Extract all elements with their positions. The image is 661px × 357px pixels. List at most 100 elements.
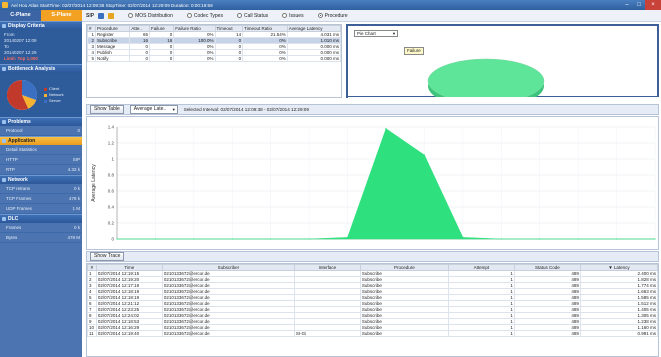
radio-issues[interactable]: Issues <box>282 12 304 19</box>
table-cell: 0.991 ms <box>579 330 658 337</box>
legend-server: Server <box>49 98 61 103</box>
table-row[interactable]: 8 02/07/2014 12:24:02 0210133672@ercor.de S… <box>87 312 658 319</box>
table-row[interactable]: 1 02/07/2014 12:19:15 0210133672@ercor.de S… <box>87 270 658 277</box>
data-point <box>346 236 349 238</box>
table-cell: Notify <box>94 55 131 62</box>
metric-select[interactable]: Average Late.. ▼ <box>129 105 178 114</box>
row-value: 0 k <box>73 186 80 191</box>
bottleneck-header[interactable]: Bottleneck Analysis <box>0 64 82 73</box>
row-value: 0 k <box>73 225 80 230</box>
radio-call-status[interactable]: Call Status <box>236 12 269 19</box>
data-point <box>423 154 426 156</box>
radio-label: Issues <box>289 12 304 19</box>
data-point <box>539 238 541 240</box>
bottleneck-pie <box>6 79 38 110</box>
y-tick-label: 0.2 <box>108 221 115 226</box>
radio-label: MOS Distribution <box>135 12 173 19</box>
table-cell: SI-Gi <box>293 330 361 337</box>
table-row[interactable]: 5 Notify 0 0 0% 0 0% 0.000 ms <box>87 55 342 62</box>
radio-icon <box>317 13 323 18</box>
problems-row[interactable]: Protocol 0 <box>0 126 82 136</box>
row-label: RTP <box>6 167 15 172</box>
trace-table: # Time Subscriber Interface Procedure Attempt… <box>86 263 659 357</box>
row-label: HTTP <box>6 157 18 162</box>
table-row[interactable]: 7 02/07/2014 12:23:25 0210133672@ercor.de S… <box>87 306 658 313</box>
radio-mos-distribution[interactable]: MOS Distribution <box>128 13 173 19</box>
data-point <box>654 238 656 240</box>
dlc-row[interactable]: Frames 0 k <box>0 223 82 233</box>
maximize-icon[interactable]: □ <box>633 0 645 10</box>
row-label: Protocol <box>6 128 23 133</box>
latency-chart: 1.4 1.2 1 0.8 0.6 0.4 0.2 0 Average Latency <box>91 125 656 242</box>
data-point <box>462 236 464 238</box>
data-point <box>500 238 502 240</box>
data-point <box>385 128 387 130</box>
row-label: TCP Frames <box>6 196 32 201</box>
minimize-icon[interactable]: – <box>621 0 633 10</box>
display-criteria-header[interactable]: Display Criteria <box>0 21 82 30</box>
row-label: Detail Statistics <box>6 147 37 152</box>
table-row[interactable]: 9 02/07/2014 12:18:53 0210133672@ercor.de S… <box>87 318 658 325</box>
radio-label: Call Status <box>243 12 269 19</box>
display-criteria-body: From 20140207 12:09 To 20140207 12:29 Li… <box>0 30 82 64</box>
network-row[interactable]: UDP Frames 1 M <box>0 204 82 214</box>
y-tick-label: 1.2 <box>108 141 115 146</box>
dlc-header[interactable]: DLC <box>0 214 82 223</box>
criteria-limit[interactable]: Limit: Top 1,000 <box>4 56 78 62</box>
network-header[interactable]: Network <box>0 175 82 184</box>
sip-button[interactable]: SIP <box>86 13 94 19</box>
data-point <box>193 238 195 240</box>
data-point <box>615 238 618 240</box>
table-cell: Subscribe <box>359 330 449 337</box>
left-panel: C-Plane S-Plane Display Criteria From 20… <box>0 10 82 357</box>
show-table-button[interactable]: Show Table <box>90 105 124 114</box>
tab-s-plane[interactable]: S-Plane <box>41 10 82 21</box>
table-row[interactable]: 11 02/07/2014 12:19:40 0210133672@ercor.de… <box>87 330 658 337</box>
data-point <box>116 238 118 240</box>
protocol-toolbar: SIP MOS Distribution Codec Types Call St… <box>82 10 661 22</box>
table-row[interactable]: 2 02/07/2014 12:19:20 0210133672@ercor.de S… <box>87 276 658 283</box>
dlc-row[interactable]: Bytes 478 M <box>0 233 82 243</box>
radio-icon <box>128 13 134 18</box>
radio-codec-types[interactable]: Codec Types <box>186 13 223 19</box>
radio-icon <box>282 13 288 18</box>
y-tick-label: 1.4 <box>108 125 115 130</box>
row-value: 0 <box>77 128 80 133</box>
table-cell: 11 <box>87 330 97 337</box>
table-cell: 02/07/2014 12:19:40 <box>95 330 163 337</box>
y-tick-label: 0.4 <box>108 205 115 210</box>
radio-procedure[interactable]: Procedure <box>317 12 348 19</box>
table-row[interactable]: 3 02/07/2014 12:17:19 0210133672@ercor.de S… <box>87 282 658 289</box>
data-point <box>231 238 233 240</box>
chart-toolbar: Show Table Average Late.. ▼ Selected Inte… <box>86 104 659 115</box>
table-row[interactable]: 10 02/07/2014 12:16:29 0210133672@ercor.de… <box>87 324 658 331</box>
application-row[interactable]: HTTP SIP <box>0 155 82 165</box>
network-row[interactable]: TCP Frames 478 k <box>0 194 82 204</box>
problems-header[interactable]: Problems <box>0 117 82 126</box>
table-cell: 0% <box>173 55 216 62</box>
procedure-summary-table: # Procedure Atte.. Failure Failure Ratio Time… <box>86 24 342 98</box>
network-row[interactable]: TCP retrans 0 k <box>0 184 82 194</box>
trace-toolbar: Show Trace <box>86 251 659 262</box>
application-row[interactable]: RTP 4.32 k <box>0 165 82 175</box>
export-icon[interactable] <box>108 12 115 19</box>
pie-slice-failure[interactable] <box>427 58 545 100</box>
data-point <box>577 238 579 240</box>
close-icon[interactable]: × <box>645 0 661 10</box>
tab-c-plane[interactable]: C-Plane <box>0 10 41 21</box>
table-row[interactable]: 6 02/07/2014 12:21:12 0210133672@ercor.de S… <box>87 300 658 307</box>
y-tick-label: 0.8 <box>108 173 115 178</box>
chevron-down-icon: ▼ <box>171 107 176 112</box>
show-trace-button[interactable]: Show Trace <box>90 252 125 261</box>
application-row[interactable]: Detail Statistics <box>0 145 82 155</box>
table-row[interactable]: 5 02/07/2014 12:18:19 0210133672@ercor.de S… <box>87 294 658 301</box>
table-row[interactable]: 4 02/07/2014 12:18:19 0210133672@ercor.de S… <box>87 288 658 295</box>
application-header[interactable]: Application <box>0 136 82 145</box>
row-value: 4.32 k <box>67 167 80 172</box>
settings-icon[interactable] <box>98 12 105 19</box>
table-cell: 0% <box>242 55 288 62</box>
row-value: 478 k <box>68 196 80 201</box>
row-label: Frames <box>6 225 22 230</box>
select-value: Average Late.. <box>133 106 167 112</box>
radio-label: Procedure <box>324 12 348 19</box>
